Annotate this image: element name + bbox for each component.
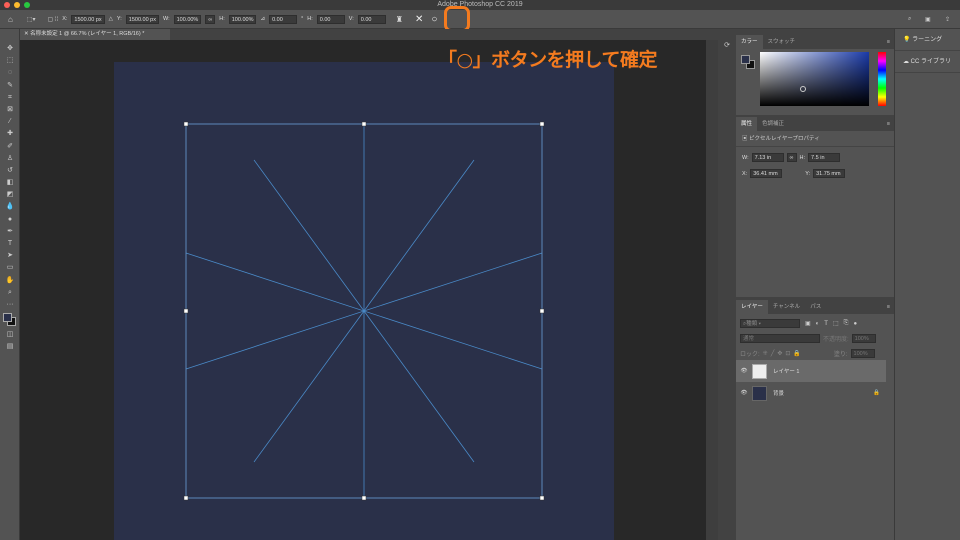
radial-lines xyxy=(185,124,543,498)
color-panel: カラー スウォッチ ≡ xyxy=(736,35,894,115)
lock-pixels-icon[interactable]: ╱ xyxy=(771,350,775,357)
transform-overlay xyxy=(183,121,545,501)
handle-left[interactable] xyxy=(183,308,189,314)
filter-adjust-icon[interactable]: ◐ xyxy=(816,321,820,327)
h-label: H: xyxy=(799,154,806,161)
fill-label: 塗り: xyxy=(833,352,848,358)
lightbulb-icon: 💡 xyxy=(903,37,911,43)
layer-row[interactable]: 👁 背景 🔒 xyxy=(736,382,886,404)
handle-top[interactable] xyxy=(361,121,367,127)
handle-bottom-right[interactable] xyxy=(539,495,545,501)
blend-mode-select[interactable]: 通常 xyxy=(740,334,820,343)
tab-paths[interactable]: パス xyxy=(805,300,826,314)
filter-toggle-icon[interactable]: ● xyxy=(853,321,857,327)
layer-name: レイヤー 1 xyxy=(773,369,800,375)
lock-icon: 🔒 xyxy=(873,390,880,396)
lock-all-icon[interactable]: 🔒 xyxy=(793,350,800,357)
handle-bottom-left[interactable] xyxy=(183,495,189,501)
annotation-caption: 「○」ボタンを押して確定 xyxy=(438,49,658,71)
tab-color[interactable]: カラー xyxy=(736,35,763,49)
x-label: X: xyxy=(742,170,748,177)
panel-dock: ⟳ xyxy=(718,29,736,540)
workspace-icon[interactable]: ▣ xyxy=(925,16,931,23)
foreground-color[interactable] xyxy=(741,55,750,64)
filter-pixel-icon[interactable]: ▣ xyxy=(805,320,811,327)
cc-libraries-button[interactable]: ☁ CC ライブラリ xyxy=(895,51,960,73)
tab-layers[interactable]: レイヤー xyxy=(736,300,768,314)
tab-adjustments[interactable]: 色調補正 xyxy=(757,117,789,131)
panel-menu-icon[interactable]: ≡ xyxy=(887,35,894,49)
color-field[interactable] xyxy=(760,52,869,106)
opacity-input[interactable]: 100% xyxy=(851,334,876,343)
vertical-scrollbar[interactable] xyxy=(706,40,718,540)
visibility-eye-icon[interactable]: 👁 xyxy=(736,368,752,374)
filter-shape-icon[interactable]: ⬚ xyxy=(833,320,839,327)
filter-type-icon[interactable]: T xyxy=(824,321,828,327)
layer-filter-select[interactable]: ⌕種類 ▾ xyxy=(740,319,800,328)
cc-icon: ☁ xyxy=(903,59,909,65)
properties-type: ピクセルレイヤープロパティ xyxy=(749,136,820,142)
properties-panel: 属性 色調補正 ≡ ▣ ピクセルレイヤープロパティ W: 7.13 in ∞ H:… xyxy=(736,117,894,297)
w-label: W: xyxy=(742,154,749,161)
panels-column: カラー スウォッチ ≡ 属性 色調補正 ≡ ▣ ピクセルレイヤープロパティ W:… xyxy=(736,29,894,540)
lock-artboard-icon[interactable]: ⊡ xyxy=(785,350,790,357)
handle-top-right[interactable] xyxy=(539,121,545,127)
visibility-eye-icon[interactable]: 👁 xyxy=(736,390,752,396)
panel-menu-icon[interactable]: ≡ xyxy=(887,117,894,131)
filter-smart-icon[interactable]: ⎘ xyxy=(844,320,849,327)
layer-thumbnail xyxy=(752,363,767,379)
fill-input[interactable]: 100% xyxy=(850,349,875,358)
y-label: Y: xyxy=(805,170,811,177)
panel-menu-icon[interactable]: ≡ xyxy=(887,300,894,314)
tab-channels[interactable]: チャンネル xyxy=(768,300,805,314)
prop-width-input[interactable]: 7.13 in xyxy=(751,153,784,162)
tab-properties[interactable]: 属性 xyxy=(736,117,758,131)
prop-y-input[interactable]: 31.75 mm xyxy=(813,169,846,178)
handle-top-left[interactable] xyxy=(183,121,189,127)
learn-panel: 💡 ラーニング ☁ CC ライブラリ xyxy=(894,29,960,540)
layer-name: 背景 xyxy=(773,391,785,397)
prop-height-input[interactable]: 7.5 in xyxy=(808,153,841,162)
opacity-label: 不透明度: xyxy=(823,337,849,343)
tab-swatches[interactable]: スウォッチ xyxy=(763,35,801,49)
prop-x-input[interactable]: 36.41 mm xyxy=(750,169,783,178)
history-icon[interactable]: ⟳ xyxy=(718,41,736,49)
layer-thumbnail xyxy=(752,385,767,401)
layer-row[interactable]: 👁 レイヤー 1 xyxy=(736,360,886,382)
search-icon[interactable]: ⌕ xyxy=(908,16,911,23)
layers-panel: レイヤー チャンネル パス ≡ ⌕種類 ▾ ▣ ◐ T ⬚ ⎘ ● 通常 不透明度: 10… xyxy=(736,300,894,540)
handle-bottom[interactable] xyxy=(361,495,367,501)
learn-button[interactable]: 💡 ラーニング xyxy=(895,29,960,51)
pixel-layer-icon: ▣ xyxy=(742,136,748,142)
lock-label: ロック: xyxy=(740,352,760,358)
share-icon[interactable]: ⇪ xyxy=(945,16,950,23)
hue-slider[interactable] xyxy=(878,52,886,106)
lock-position-icon[interactable]: ✥ xyxy=(777,350,782,357)
lock-transparent-icon[interactable]: ⁜ xyxy=(763,350,768,357)
handle-right[interactable] xyxy=(539,308,545,314)
link-icon[interactable]: ∞ xyxy=(786,153,797,162)
